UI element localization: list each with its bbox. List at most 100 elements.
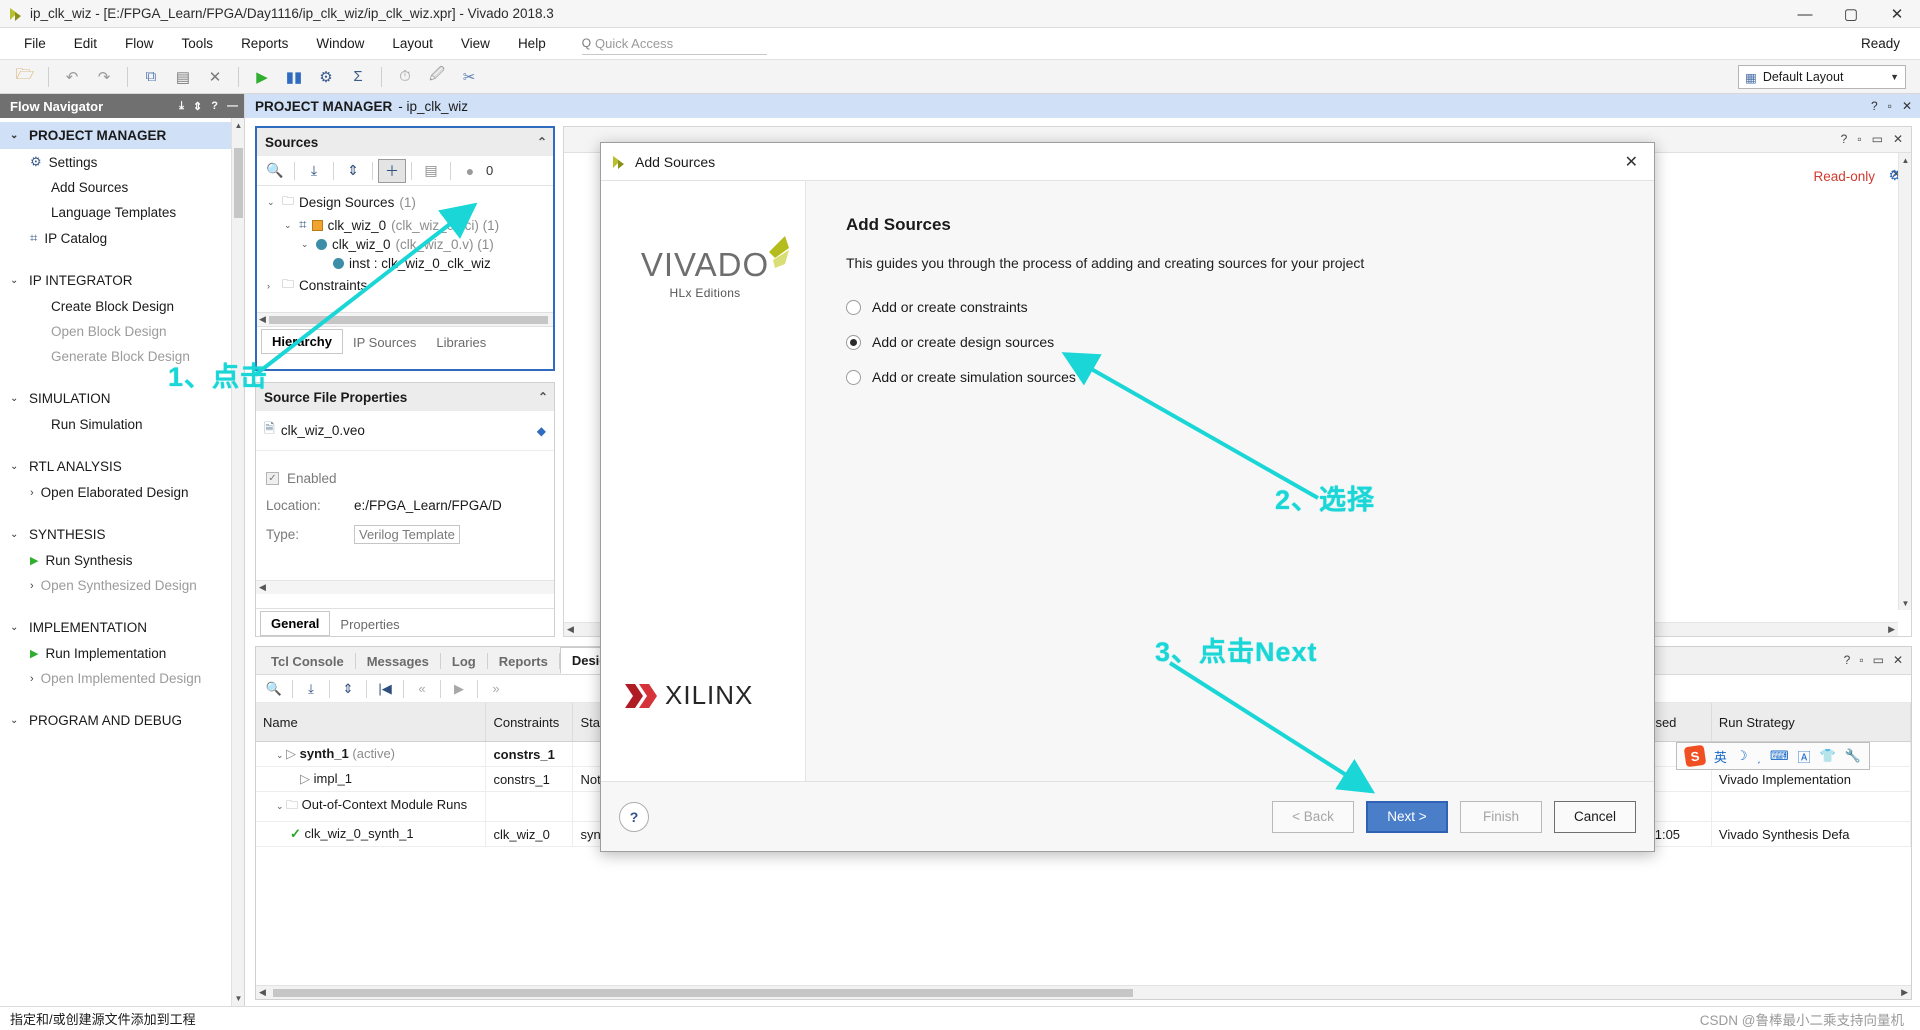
tab-libraries[interactable]: Libraries xyxy=(426,331,496,354)
scissors-icon[interactable]: ✂ xyxy=(454,64,484,90)
quick-access-search[interactable]: Q Quick Access xyxy=(581,33,767,55)
flow-section-rtl-analysis[interactable]: ⌄ RTL ANALYSIS xyxy=(0,453,244,480)
sources-hscrollbar[interactable]: ◀ xyxy=(257,312,553,326)
redo-icon[interactable]: ↷ xyxy=(89,64,119,90)
keyboard-icon[interactable]: ⌨ xyxy=(1770,748,1789,764)
sfp-file-row[interactable]: 🗎 clk_wiz_0.veo ◆ xyxy=(256,411,554,451)
paste-icon[interactable]: ▤ xyxy=(168,64,198,90)
minimize-panel-icon[interactable]: — xyxy=(227,100,238,113)
close-icon[interactable]: ✕ xyxy=(1902,99,1912,113)
scrollbar-thumb[interactable] xyxy=(272,988,1133,997)
add-sources-plus-button[interactable]: ＋ xyxy=(378,158,406,183)
pin-icon[interactable]: ◆ xyxy=(537,424,546,438)
flow-item-settings[interactable]: ⚙ Settings xyxy=(0,149,244,175)
run-icon[interactable]: ▶ xyxy=(445,677,473,701)
menu-layout[interactable]: Layout xyxy=(378,32,447,55)
maximize-icon[interactable]: ▫ xyxy=(1888,99,1892,113)
tree-chevron-icon[interactable]: › xyxy=(267,281,277,291)
sources-tree-node[interactable]: inst : clk_wiz_0_clk_wiz xyxy=(257,254,553,273)
console-tab-messages[interactable]: Messages xyxy=(356,649,440,674)
help-icon[interactable]: ? xyxy=(211,100,218,113)
open-project-icon[interactable]: 🗁 xyxy=(10,64,40,90)
column-header[interactable]: Run Strategy xyxy=(1711,703,1911,742)
tab-general[interactable]: General xyxy=(260,611,331,636)
tab-properties[interactable]: Properties xyxy=(330,613,409,636)
layout-selector[interactable]: ▦ Default Layout ▼ xyxy=(1738,65,1906,89)
flow-item-create-block-design[interactable]: Create Block Design xyxy=(0,294,244,319)
flow-section-project-manager[interactable]: ⌄ PROJECT MANAGER xyxy=(0,122,244,149)
help-icon[interactable]: ? xyxy=(1844,653,1851,667)
prev-run-icon[interactable]: « xyxy=(408,677,436,701)
moon-icon[interactable]: ☽ xyxy=(1736,748,1748,764)
search-icon[interactable]: 🔍 xyxy=(260,677,288,701)
menu-window[interactable]: Window xyxy=(302,32,378,55)
link-icon[interactable]: 🖉 xyxy=(422,64,452,90)
run-name-cell[interactable]: ⌄ ▷ synth_1 (active) xyxy=(256,741,487,767)
timing-icon[interactable]: ⏱ xyxy=(390,64,420,90)
sigma-icon[interactable]: Σ xyxy=(343,64,373,90)
console-tab-reports[interactable]: Reports xyxy=(488,649,559,674)
next-button[interactable]: Next > xyxy=(1366,800,1448,833)
search-icon[interactable]: 🔍 xyxy=(261,159,289,183)
flow-section-program-and-debug[interactable]: ⌄ PROGRAM AND DEBUG xyxy=(0,707,244,734)
radio-button[interactable] xyxy=(846,369,861,385)
menu-flow[interactable]: Flow xyxy=(111,32,168,55)
first-run-icon[interactable]: |◀ xyxy=(371,677,399,701)
flow-section-synthesis[interactable]: ⌄ SYNTHESIS xyxy=(0,521,244,548)
column-header[interactable]: Constraints xyxy=(485,703,574,742)
flow-item-run-synthesis[interactable]: ▶ Run Synthesis xyxy=(0,548,244,573)
scrollbar-thumb[interactable] xyxy=(234,148,243,218)
report-icon[interactable]: ▮▮ xyxy=(279,64,309,90)
back-button[interactable]: < Back xyxy=(1272,800,1354,833)
comma-icon[interactable]: ˏ xyxy=(1757,749,1761,764)
radio-button[interactable] xyxy=(846,299,861,315)
scroll-left-icon[interactable]: ◀ xyxy=(259,314,266,325)
scroll-right-icon[interactable]: ▶ xyxy=(1885,624,1898,635)
sources-tree-node[interactable]: ⌄ clk_wiz_0 (clk_wiz_0.v) (1) xyxy=(257,235,553,254)
scroll-left-icon[interactable]: ◀ xyxy=(256,582,269,593)
settings-gear-icon[interactable]: ⚙ xyxy=(311,64,341,90)
editor-vscrollbar[interactable]: ▲ ▼ xyxy=(1898,153,1911,610)
sources-tree-node[interactable]: ⌄ 🗀 Design Sources (1) xyxy=(257,190,553,215)
tools-wrench-icon[interactable]: 🔧 xyxy=(1845,748,1861,764)
sfp-enabled-row[interactable]: ✓ Enabled xyxy=(256,465,554,492)
flow-item-run-simulation[interactable]: Run Simulation xyxy=(0,412,244,437)
collapse-all-icon[interactable]: ⤓ xyxy=(297,677,325,701)
maximize-icon[interactable]: ▭ xyxy=(1872,132,1883,146)
tab-ip-sources[interactable]: IP Sources xyxy=(343,331,426,354)
flow-item-run-implementation[interactable]: ▶ Run Implementation xyxy=(0,641,244,666)
tree-chevron-icon[interactable]: ⌄ xyxy=(267,197,277,208)
console-tab-log[interactable]: Log xyxy=(441,649,487,674)
collapse-all-icon[interactable]: ⤓ xyxy=(179,100,184,113)
sfp-hscrollbar[interactable]: ◀ xyxy=(256,580,554,594)
flow-navigator-scrollbar[interactable]: ▲ ▼ xyxy=(231,118,244,1006)
run-name-cell[interactable]: ✓ clk_wiz_0_synth_1 xyxy=(256,821,487,847)
sogou-logo-icon[interactable]: S xyxy=(1683,744,1707,768)
flow-item-ip-catalog[interactable]: ⌗ IP Catalog xyxy=(0,225,244,251)
run-icon[interactable]: ▶ xyxy=(247,64,277,90)
delete-icon[interactable]: ✕ xyxy=(200,64,230,90)
ime-language-label[interactable]: 英 xyxy=(1714,747,1727,766)
skin-icon[interactable]: 👕 xyxy=(1820,748,1836,764)
close-icon[interactable]: ✕ xyxy=(1893,653,1903,667)
scroll-left-icon[interactable]: ◀ xyxy=(564,624,577,635)
runs-hscrollbar[interactable]: ◀ ▶ xyxy=(256,985,1911,999)
radio-option-1[interactable]: Add or create design sources xyxy=(846,334,1614,350)
collapse-all-icon[interactable]: ⤓ xyxy=(300,159,328,183)
menu-tools[interactable]: Tools xyxy=(168,32,228,55)
next-run-icon[interactable]: » xyxy=(482,677,510,701)
run-name-cell[interactable]: ⌄ 🗀 Out-of-Context Module Runs xyxy=(256,791,487,822)
chevron-down-icon[interactable]: ⌄ xyxy=(276,750,286,761)
scroll-right-icon[interactable]: ▶ xyxy=(1898,987,1911,998)
flow-section-simulation[interactable]: ⌄ SIMULATION xyxy=(0,385,244,412)
file-info-icon[interactable]: ▤ xyxy=(417,159,445,183)
flow-item-open-elaborated-design[interactable]: › Open Elaborated Design xyxy=(0,480,244,505)
restore-icon[interactable]: ▫ xyxy=(1857,132,1861,146)
flow-item-language-templates[interactable]: Language Templates xyxy=(0,200,244,225)
sources-tree-node[interactable]: ⌄ ⌗ clk_wiz_0 (clk_wiz_0.xci) (1) xyxy=(257,215,553,235)
scroll-down-icon[interactable]: ▼ xyxy=(1899,596,1912,610)
tab-hierarchy[interactable]: Hierarchy xyxy=(261,329,343,354)
radio-button[interactable] xyxy=(846,334,861,350)
help-icon[interactable]: ? xyxy=(1841,132,1848,146)
menu-edit[interactable]: Edit xyxy=(60,32,111,55)
